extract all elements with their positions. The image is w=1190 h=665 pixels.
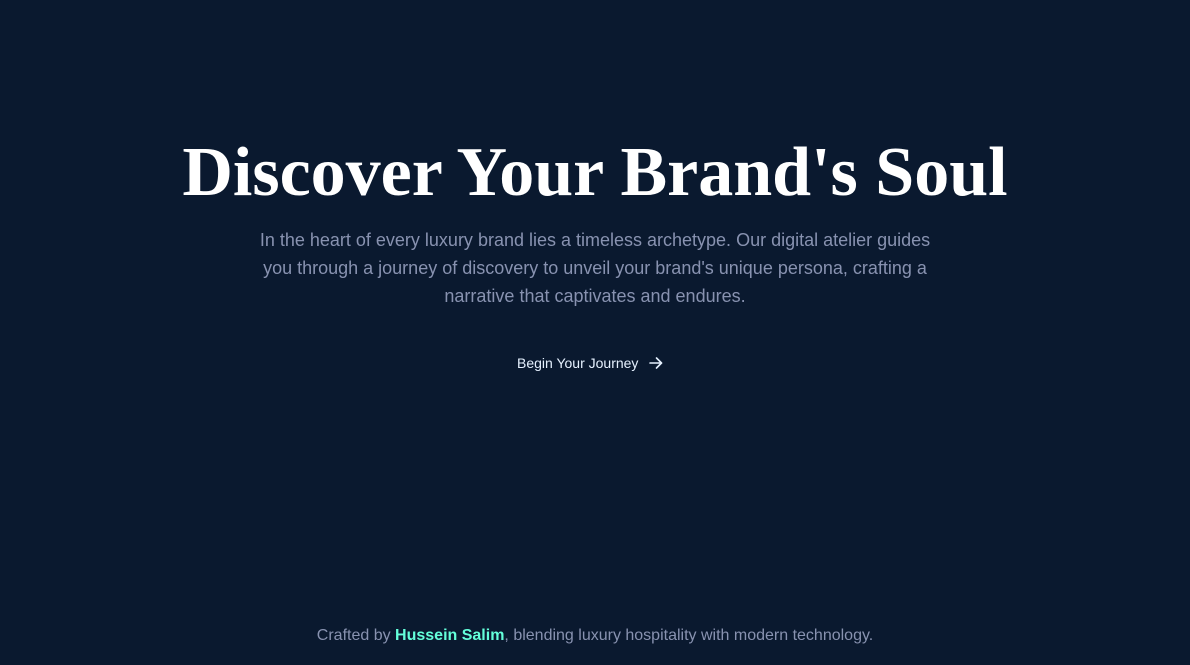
author-link[interactable]: Hussein Salim	[395, 627, 504, 644]
footer-credit: Crafted by Hussein Salim, blending luxur…	[0, 625, 1190, 647]
footer-prefix: Crafted by	[316, 627, 396, 644]
page-title: Discover Your Brand's Soul	[182, 134, 1008, 211]
hero-section: Discover Your Brand's Soul In the heart …	[0, 0, 1190, 665]
arrow-right-icon	[648, 355, 664, 371]
footer-suffix: , blending luxury hospitality with moder…	[504, 627, 874, 644]
hero-subtitle: In the heart of every luxury brand lies …	[259, 230, 931, 306]
begin-journey-label: Begin Your Journey	[517, 355, 639, 371]
begin-journey-button[interactable]: Begin Your Journey	[507, 348, 674, 378]
